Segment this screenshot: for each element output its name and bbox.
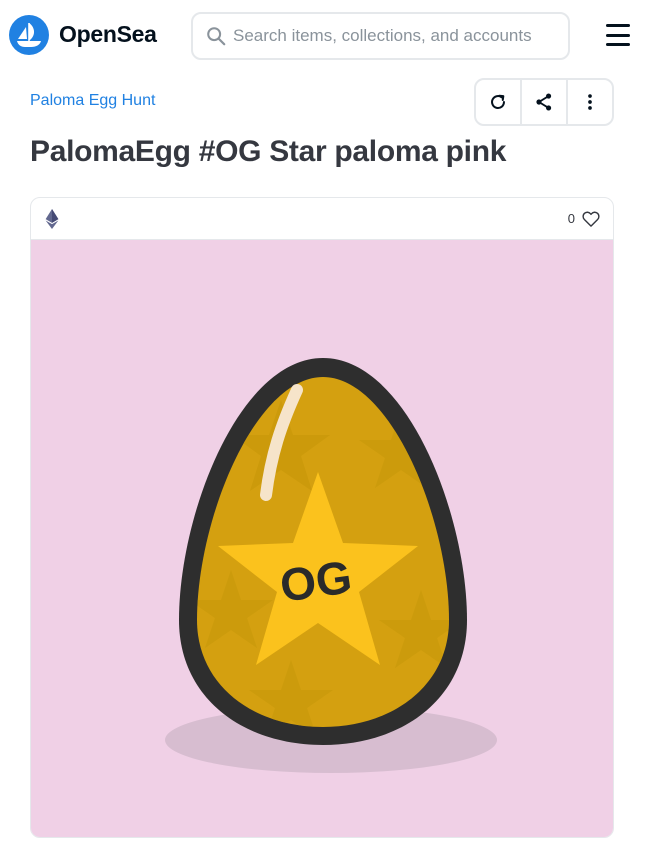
opensea-logo-icon[interactable] bbox=[9, 15, 49, 55]
favorite-count: 0 bbox=[567, 211, 575, 226]
card-header: 0 bbox=[31, 198, 613, 240]
search-input[interactable] bbox=[233, 26, 563, 46]
refresh-icon bbox=[491, 94, 505, 109]
search-icon bbox=[207, 27, 226, 46]
item-title: PalomaEgg #OG Star paloma pink bbox=[30, 135, 507, 168]
nft-artwork[interactable]: OG bbox=[31, 240, 613, 837]
refresh-button[interactable] bbox=[476, 80, 520, 124]
brand-name[interactable]: OpenSea bbox=[59, 21, 157, 48]
og-label: OG bbox=[277, 550, 355, 611]
more-options-button[interactable] bbox=[566, 80, 612, 124]
heart-icon[interactable] bbox=[581, 209, 601, 229]
item-media-card: 0 OG bbox=[30, 197, 614, 838]
share-button[interactable] bbox=[520, 80, 566, 124]
more-options-icon bbox=[588, 94, 592, 110]
item-actions bbox=[474, 78, 614, 126]
top-header: OpenSea bbox=[0, 0, 645, 72]
share-icon bbox=[536, 93, 552, 111]
search-bar[interactable] bbox=[191, 12, 570, 60]
ethereum-icon bbox=[45, 208, 59, 229]
favorites: 0 bbox=[568, 209, 601, 229]
hamburger-menu-icon[interactable] bbox=[602, 20, 634, 50]
collection-link[interactable]: Paloma Egg Hunt bbox=[30, 92, 155, 110]
